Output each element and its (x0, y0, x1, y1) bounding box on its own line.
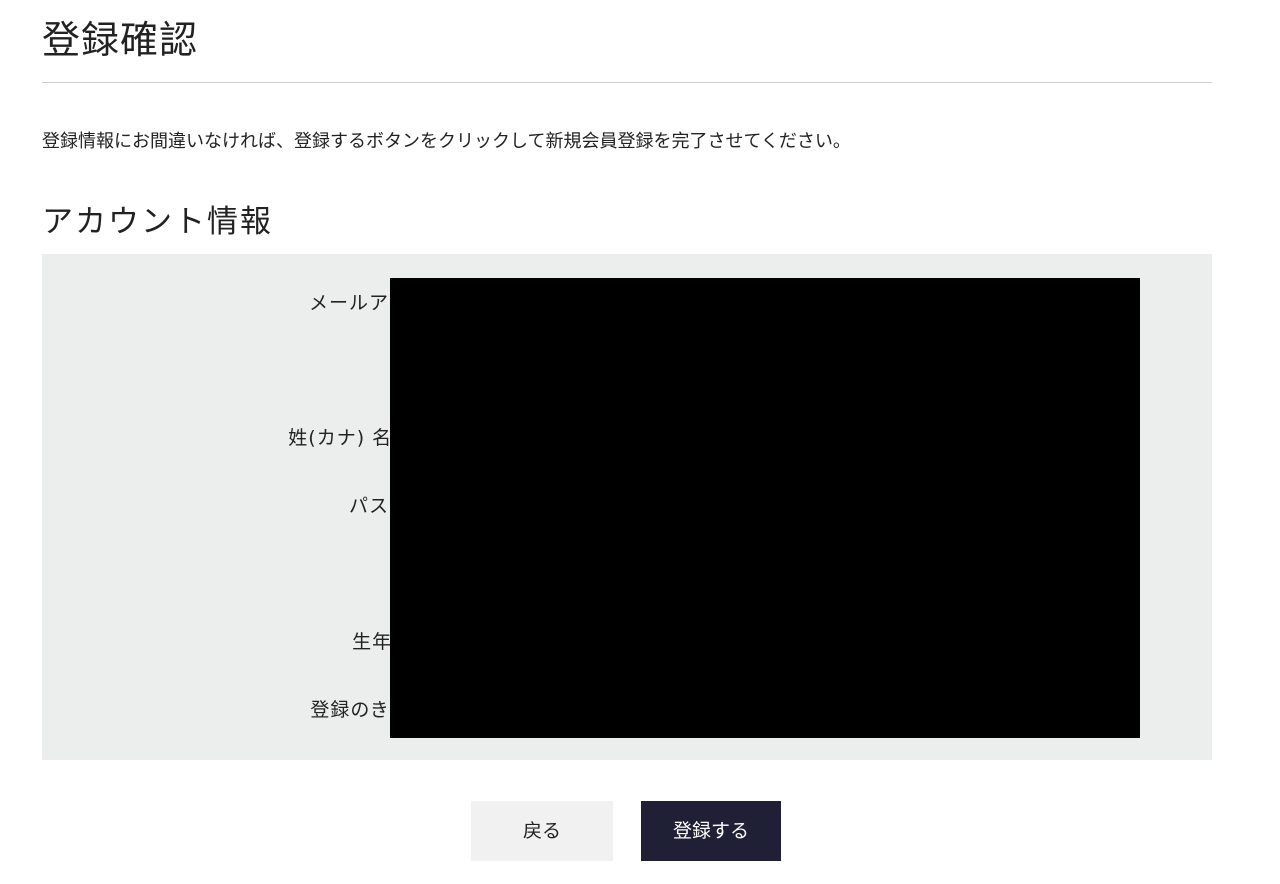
instruction-text: 登録情報にお間違いなければ、登録するボタンをクリックして新規会員登録を完了させて… (42, 131, 851, 152)
registration-confirm-page: 登録確認 登録情報にお間違いなければ、登録するボタンをクリックして新規会員登録を… (0, 0, 1280, 884)
page-title: 登録確認 (42, 18, 199, 62)
title-divider (42, 82, 1212, 83)
register-button[interactable]: 登録する (641, 801, 781, 861)
section-title-account: アカウント情報 (42, 204, 273, 240)
redacted-values-block (390, 278, 1140, 738)
back-button[interactable]: 戻る (471, 801, 613, 861)
